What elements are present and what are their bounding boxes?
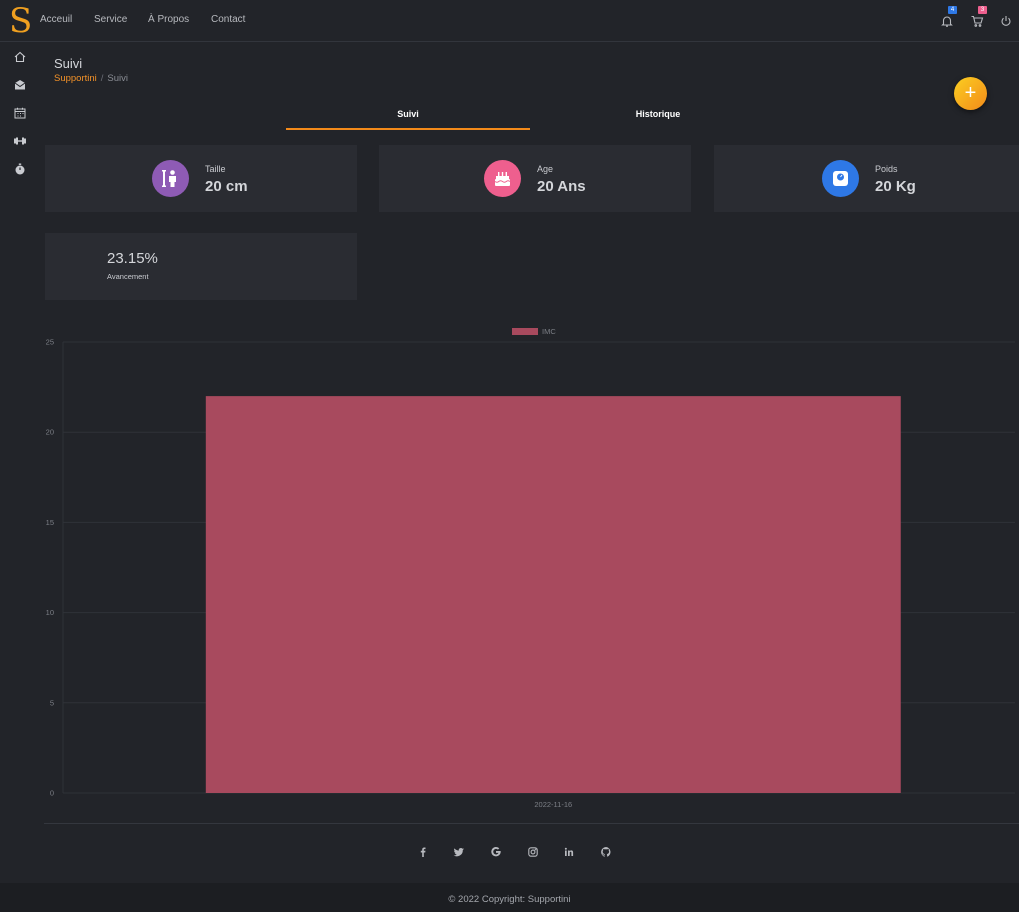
nav-link-contact[interactable]: Contact [211,14,245,25]
stat-value-age: 20 Ans [537,178,586,195]
avancement-value: 23.15% [107,250,158,267]
instagram-icon[interactable] [527,845,539,857]
dumbbell-icon[interactable] [13,134,27,148]
scale-icon [822,160,859,197]
birthday-cake-icon [484,160,521,197]
footer-divider [44,823,1019,824]
top-navbar: S Acceuil Service À Propos Contact 4 3 [0,0,1019,42]
stat-label-age: Age [537,164,554,174]
stat-value-taille: 20 cm [205,178,248,195]
breadcrumb-current: Suivi [107,73,129,84]
power-icon[interactable] [999,14,1013,28]
notification-badge: 4 [948,6,957,14]
nav-link-apropos[interactable]: À Propos [148,14,189,25]
person-height-icon [152,160,189,197]
breadcrumb: Supportini / Suivi [54,73,128,84]
cart-icon[interactable] [970,14,984,28]
linkedin-icon[interactable] [563,845,575,857]
add-button[interactable]: + [954,77,987,110]
stat-label-poids: Poids [875,164,898,174]
home-icon[interactable] [13,50,27,64]
chart-bar [205,396,901,793]
mail-icon[interactable] [13,78,27,92]
nav-link-service[interactable]: Service [94,14,127,25]
google-icon[interactable] [490,845,502,857]
calendar-icon[interactable] [13,106,27,120]
y-tick-label: 15 [46,518,54,527]
facebook-icon[interactable] [417,845,429,857]
breadcrumb-home[interactable]: Supportini [54,73,97,84]
y-tick-label: 25 [46,338,54,347]
cart-badge: 3 [978,6,987,14]
y-tick-label: 0 [50,789,54,798]
brand-logo[interactable]: S [9,3,32,39]
legend-swatch [512,328,538,335]
y-tick-label: 20 [46,428,54,437]
stat-card-taille: Taille 20 cm [45,145,357,212]
imc-chart: 0 5 10 15 20 25 2022-11-16 IMC [46,327,1015,809]
sidebar [0,42,40,882]
tab-historique[interactable]: Historique [536,100,780,130]
github-icon[interactable] [600,845,612,857]
breadcrumb-separator: / [100,73,104,84]
twitter-icon[interactable] [453,845,465,857]
legend-label: IMC [542,327,556,336]
page-title: Suivi [54,56,83,71]
stat-card-poids: Poids 20 Kg [714,145,1019,212]
stat-value-poids: 20 Kg [875,178,916,195]
stat-card-age: Age 20 Ans [379,145,691,212]
stat-card-avancement: 23.15% Avancement [45,233,357,300]
y-tick-label: 5 [50,698,54,707]
bell-icon[interactable] [940,14,954,28]
stat-label-taille: Taille [205,164,226,174]
avancement-label: Avancement [107,272,149,281]
copyright-bar: © 2022 Copyright: Supportini [0,883,1019,912]
x-tick-label: 2022-11-16 [534,800,572,809]
y-tick-label: 10 [46,608,54,617]
tab-suivi[interactable]: Suivi [286,100,530,130]
stopwatch-icon[interactable] [13,162,27,176]
nav-link-acceuil[interactable]: Acceuil [40,14,72,25]
